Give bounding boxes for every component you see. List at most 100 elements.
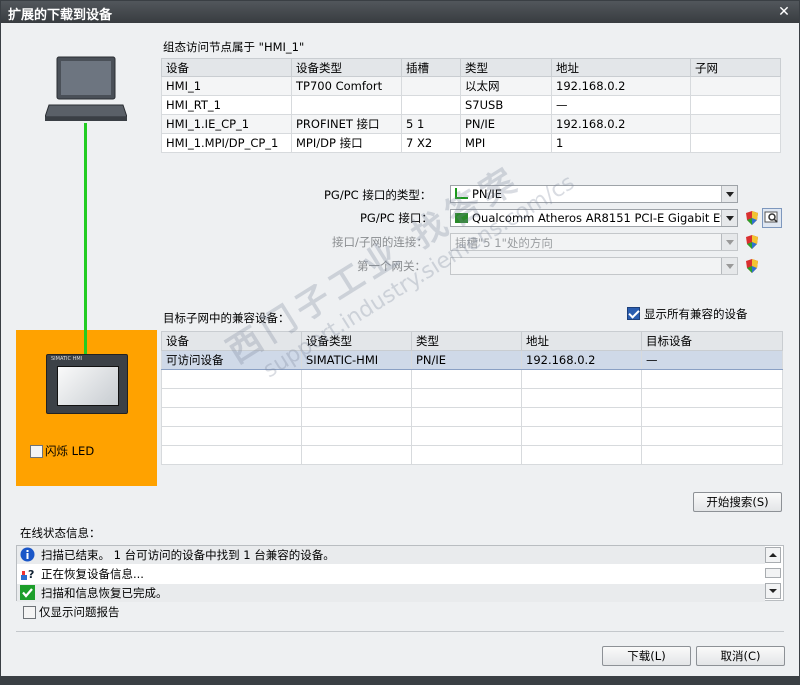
status-text: 正在恢复设备信息... <box>41 567 144 581</box>
status-list: 扫描已结束。 1 台可访问的设备中找到 1 台兼容的设备。 ? 正在恢复设备信息… <box>16 545 784 602</box>
col-header[interactable]: 地址 <box>521 331 642 351</box>
table-row[interactable]: 可访问设备 SIMATIC-HMI PN/IE 192.168.0.2— <box>161 350 783 370</box>
only-problems-checkbox[interactable] <box>23 606 36 619</box>
shield-icon[interactable] <box>744 258 760 274</box>
flash-led-label: 闪烁 LED <box>45 444 95 458</box>
close-icon[interactable]: ✕ <box>775 4 793 20</box>
cell: — <box>641 350 783 370</box>
chevron-down-icon <box>721 258 737 274</box>
col-header[interactable]: 设备 <box>161 331 302 351</box>
table-row[interactable] <box>161 388 783 408</box>
pgpc-iface-label: PG/PC 接口： <box>360 211 433 225</box>
cell <box>690 133 781 153</box>
table-row[interactable]: HMI_1.MPI/DP_CP_1 MPI/DP 接口 7 X2 MPI 1 <box>161 133 781 153</box>
check-icon <box>20 585 35 600</box>
list-item: 扫描已结束。 1 台可访问的设备中找到 1 台兼容的设备。 <box>17 546 765 564</box>
title-bar: 扩展的下载到设备 ✕ <box>1 1 799 23</box>
config-nodes-heading: 组态访问节点属于 "HMI_1" <box>163 40 305 54</box>
cell <box>690 76 781 96</box>
hmi-brand-label: SIMATIC HMI <box>51 356 83 362</box>
table-row[interactable] <box>161 369 783 389</box>
connection-line <box>84 330 87 355</box>
col-header[interactable]: 设备 <box>161 58 292 77</box>
cell: PN/IE <box>460 114 552 134</box>
cell: HMI_RT_1 <box>161 95 292 115</box>
table-row[interactable] <box>161 407 783 427</box>
scroll-thumb[interactable] <box>765 568 781 578</box>
cell: 7 X2 <box>401 133 461 153</box>
conn-select: 插槽"5 1"处的方向 <box>450 233 738 251</box>
start-search-button[interactable]: 开始搜索(S) <box>693 492 782 512</box>
config-nodes-table: 设备 设备类型 插槽 类型 地址 子网 HMI_1 TP700 Comfort 以太… <box>161 58 781 153</box>
col-header[interactable]: 类型 <box>411 331 522 351</box>
table-row[interactable]: HMI_RT_1 S7USB — <box>161 95 781 115</box>
col-header[interactable]: 设备类型 <box>291 58 402 77</box>
cell: 192.168.0.2 <box>521 350 642 370</box>
show-all-label: 显示所有兼容的设备 <box>644 307 748 321</box>
target-heading: 目标子网中的兼容设备： <box>163 311 290 325</box>
shield-icon[interactable] <box>744 210 760 226</box>
table-row[interactable] <box>161 445 783 465</box>
question-icon: ? <box>21 568 34 581</box>
shield-icon[interactable] <box>744 234 760 250</box>
chevron-down-icon[interactable] <box>721 186 737 202</box>
cell <box>401 95 461 115</box>
cell: PN/IE <box>411 350 522 370</box>
pgpc-type-label: PG/PC 接口的类型： <box>324 188 432 202</box>
cell <box>401 76 461 96</box>
chevron-down-icon[interactable] <box>721 210 737 226</box>
cell <box>690 114 781 134</box>
status-text: 扫描已结束。 1 台可访问的设备中找到 1 台兼容的设备。 <box>41 548 335 562</box>
col-header[interactable]: 地址 <box>551 58 691 77</box>
cell: — <box>551 95 691 115</box>
scroll-up-button[interactable] <box>765 547 781 563</box>
cell <box>291 95 402 115</box>
status-heading: 在线状态信息： <box>20 526 101 540</box>
dialog-title: 扩展的下载到设备 <box>8 8 113 23</box>
status-text: 扫描和信息恢复已完成。 <box>41 586 168 600</box>
pgpc-type-value: PN/IE <box>472 187 503 201</box>
show-all-checkbox[interactable] <box>627 307 640 320</box>
table-row[interactable]: HMI_1.IE_CP_1 PROFINET 接口 5 1 PN/IE 192.168.… <box>161 114 781 134</box>
divider <box>16 631 784 632</box>
cell: 192.168.0.2 <box>551 114 691 134</box>
chevron-up-icon <box>769 553 777 557</box>
cell: MPI/DP 接口 <box>291 133 402 153</box>
cell: HMI_1 <box>161 76 292 96</box>
gateway-select <box>450 257 738 275</box>
list-item: 扫描和信息恢复已完成。 <box>17 584 765 602</box>
list-item: ? 正在恢复设备信息... <box>17 565 765 583</box>
hmi-screen <box>57 366 119 406</box>
cell: HMI_1.MPI/DP_CP_1 <box>161 133 292 153</box>
properties-button[interactable] <box>762 208 782 228</box>
hmi-device-icon: SIMATIC HMI <box>46 354 128 414</box>
conn-label: 接口/子网的连接： <box>332 235 428 249</box>
col-header[interactable]: 子网 <box>690 58 781 77</box>
cell: 5 1 <box>401 114 461 134</box>
cell: 1 <box>551 133 691 153</box>
col-header[interactable]: 设备类型 <box>301 331 412 351</box>
col-header[interactable]: 目标设备 <box>641 331 783 351</box>
info-icon <box>20 547 35 562</box>
connection-line <box>84 123 87 355</box>
gateway-label: 第一个网关： <box>357 259 426 273</box>
search-icon <box>764 211 778 223</box>
pgpc-iface-value: Qualcomm Atheros AR8151 PCI-E Gigabit Et… <box>472 211 738 225</box>
table-row[interactable]: HMI_1 TP700 Comfort 以太网 192.168.0.2 <box>161 76 781 96</box>
scroll-down-button[interactable] <box>765 583 781 599</box>
table-row[interactable] <box>161 426 783 446</box>
col-header[interactable]: 插槽 <box>401 58 461 77</box>
cell: 以太网 <box>460 76 552 96</box>
cell: HMI_1.IE_CP_1 <box>161 114 292 134</box>
col-header[interactable]: 类型 <box>460 58 552 77</box>
cell: SIMATIC-HMI <box>301 350 412 370</box>
target-devices-table: 设备 设备类型 类型 地址 目标设备 可访问设备 SIMATIC-HMI PN/IE… <box>161 331 783 465</box>
pgpc-type-select[interactable]: PN/IE <box>450 185 738 203</box>
pgpc-iface-select[interactable]: Qualcomm Atheros AR8151 PCI-E Gigabit Et… <box>450 209 738 227</box>
cell: TP700 Comfort <box>291 76 402 96</box>
flash-led-checkbox[interactable] <box>30 445 43 458</box>
pc-laptop-icon <box>45 56 127 121</box>
cancel-button[interactable]: 取消(C) <box>696 646 785 666</box>
download-button[interactable]: 下载(L) <box>602 646 691 666</box>
bottom-frame <box>1 676 799 684</box>
